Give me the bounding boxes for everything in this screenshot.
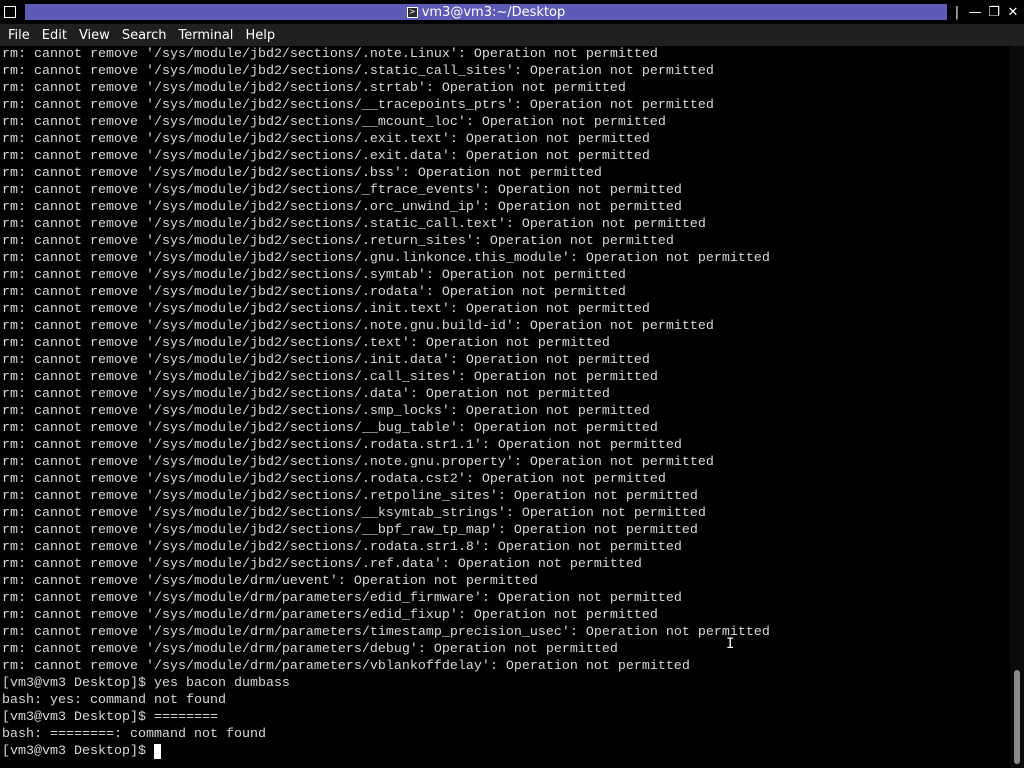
terminal-line: bash: yes: command not found [2,693,226,708]
menu-bar: File Edit View Search Terminal Help [0,24,1024,46]
maximize-button[interactable]: ❐ [985,4,1003,20]
terminal-line: rm: cannot remove '/sys/module/jbd2/sect… [2,387,610,402]
terminal-line: [vm3@vm3 Desktop]$ ======== [2,710,218,725]
close-button[interactable]: ✕ [1004,4,1022,20]
terminal-line: rm: cannot remove '/sys/module/jbd2/sect… [2,217,706,232]
terminal-line: rm: cannot remove '/sys/module/jbd2/sect… [2,98,714,113]
terminal-output: rm: cannot remove '/sys/module/jbd2/sect… [0,46,1010,760]
title-separator: | [954,4,960,20]
terminal-line: rm: cannot remove '/sys/module/jbd2/sect… [2,115,666,130]
terminal-line: rm: cannot remove '/sys/module/jbd2/sect… [2,132,650,147]
terminal-line: rm: cannot remove '/sys/module/jbd2/sect… [2,166,602,181]
terminal-line: rm: cannot remove '/sys/module/drm/param… [2,642,618,657]
terminal-line: rm: cannot remove '/sys/module/jbd2/sect… [2,47,658,62]
terminal-line: rm: cannot remove '/sys/module/jbd2/sect… [2,353,650,368]
terminal-line: rm: cannot remove '/sys/module/jbd2/sect… [2,234,674,249]
terminal-line: rm: cannot remove '/sys/module/jbd2/sect… [2,285,626,300]
terminal-line: rm: cannot remove '/sys/module/jbd2/sect… [2,200,682,215]
scrollbar-thumb[interactable] [1014,670,1020,764]
ibeam-cursor-icon: I [726,636,735,652]
terminal-line: rm: cannot remove '/sys/module/jbd2/sect… [2,523,698,538]
terminal-line: rm: cannot remove '/sys/module/jbd2/sect… [2,149,650,164]
terminal-line: rm: cannot remove '/sys/module/jbd2/sect… [2,336,610,351]
terminal-line: rm: cannot remove '/sys/module/jbd2/sect… [2,540,682,555]
menu-terminal[interactable]: Terminal [172,28,239,43]
terminal-line: bash: ========: command not found [2,727,266,742]
terminal-line: rm: cannot remove '/sys/module/jbd2/sect… [2,489,698,504]
terminal-line: rm: cannot remove '/sys/module/jbd2/sect… [2,557,642,572]
terminal-line: rm: cannot remove '/sys/module/jbd2/sect… [2,421,658,436]
minimize-button[interactable]: — [966,4,984,20]
terminal-line: rm: cannot remove '/sys/module/drm/ueven… [2,574,538,589]
terminal-line: rm: cannot remove '/sys/module/jbd2/sect… [2,268,626,283]
terminal-line: rm: cannot remove '/sys/module/jbd2/sect… [2,81,626,96]
terminal-line: rm: cannot remove '/sys/module/drm/param… [2,608,658,623]
terminal-scrollbar[interactable] [1010,46,1024,768]
terminal-line: rm: cannot remove '/sys/module/drm/param… [2,625,770,640]
title-strip[interactable]: > vm3@vm3:~/Desktop [25,4,947,20]
window-menu-icon [4,6,16,18]
text-cursor [153,744,161,759]
terminal-line: rm: cannot remove '/sys/module/drm/param… [2,659,690,674]
menu-help[interactable]: Help [239,28,281,43]
terminal-line: rm: cannot remove '/sys/module/jbd2/sect… [2,302,650,317]
menu-file[interactable]: File [0,28,36,43]
window-title: vm3@vm3:~/Desktop [421,4,566,20]
terminal-line: rm: cannot remove '/sys/module/jbd2/sect… [2,472,666,487]
menu-search[interactable]: Search [116,28,173,43]
terminal-line: rm: cannot remove '/sys/module/jbd2/sect… [2,319,714,334]
title-bar[interactable]: > vm3@vm3:~/Desktop | — ❐ ✕ [0,0,1024,24]
terminal-line: rm: cannot remove '/sys/module/drm/param… [2,591,682,606]
terminal-line: rm: cannot remove '/sys/module/jbd2/sect… [2,370,658,385]
terminal-line: rm: cannot remove '/sys/module/jbd2/sect… [2,455,714,470]
terminal-app-icon: > [406,6,418,18]
terminal-area[interactable]: rm: cannot remove '/sys/module/jbd2/sect… [0,46,1010,768]
terminal-line: rm: cannot remove '/sys/module/jbd2/sect… [2,404,650,419]
terminal-line: rm: cannot remove '/sys/module/jbd2/sect… [2,438,682,453]
terminal-line: rm: cannot remove '/sys/module/jbd2/sect… [2,251,770,266]
terminal-line: rm: cannot remove '/sys/module/jbd2/sect… [2,506,706,521]
terminal-line: rm: cannot remove '/sys/module/jbd2/sect… [2,183,682,198]
window-menu-button[interactable] [3,5,17,19]
menu-edit[interactable]: Edit [36,28,73,43]
shell-prompt: [vm3@vm3 Desktop]$ [2,744,154,759]
window-title-container: > vm3@vm3:~/Desktop [25,4,947,20]
prompt-line[interactable]: [vm3@vm3 Desktop]$ [2,743,1010,760]
menu-view[interactable]: View [73,28,116,43]
terminal-line: [vm3@vm3 Desktop]$ yes bacon dumbass [2,676,290,691]
terminal-line: rm: cannot remove '/sys/module/jbd2/sect… [2,64,714,79]
